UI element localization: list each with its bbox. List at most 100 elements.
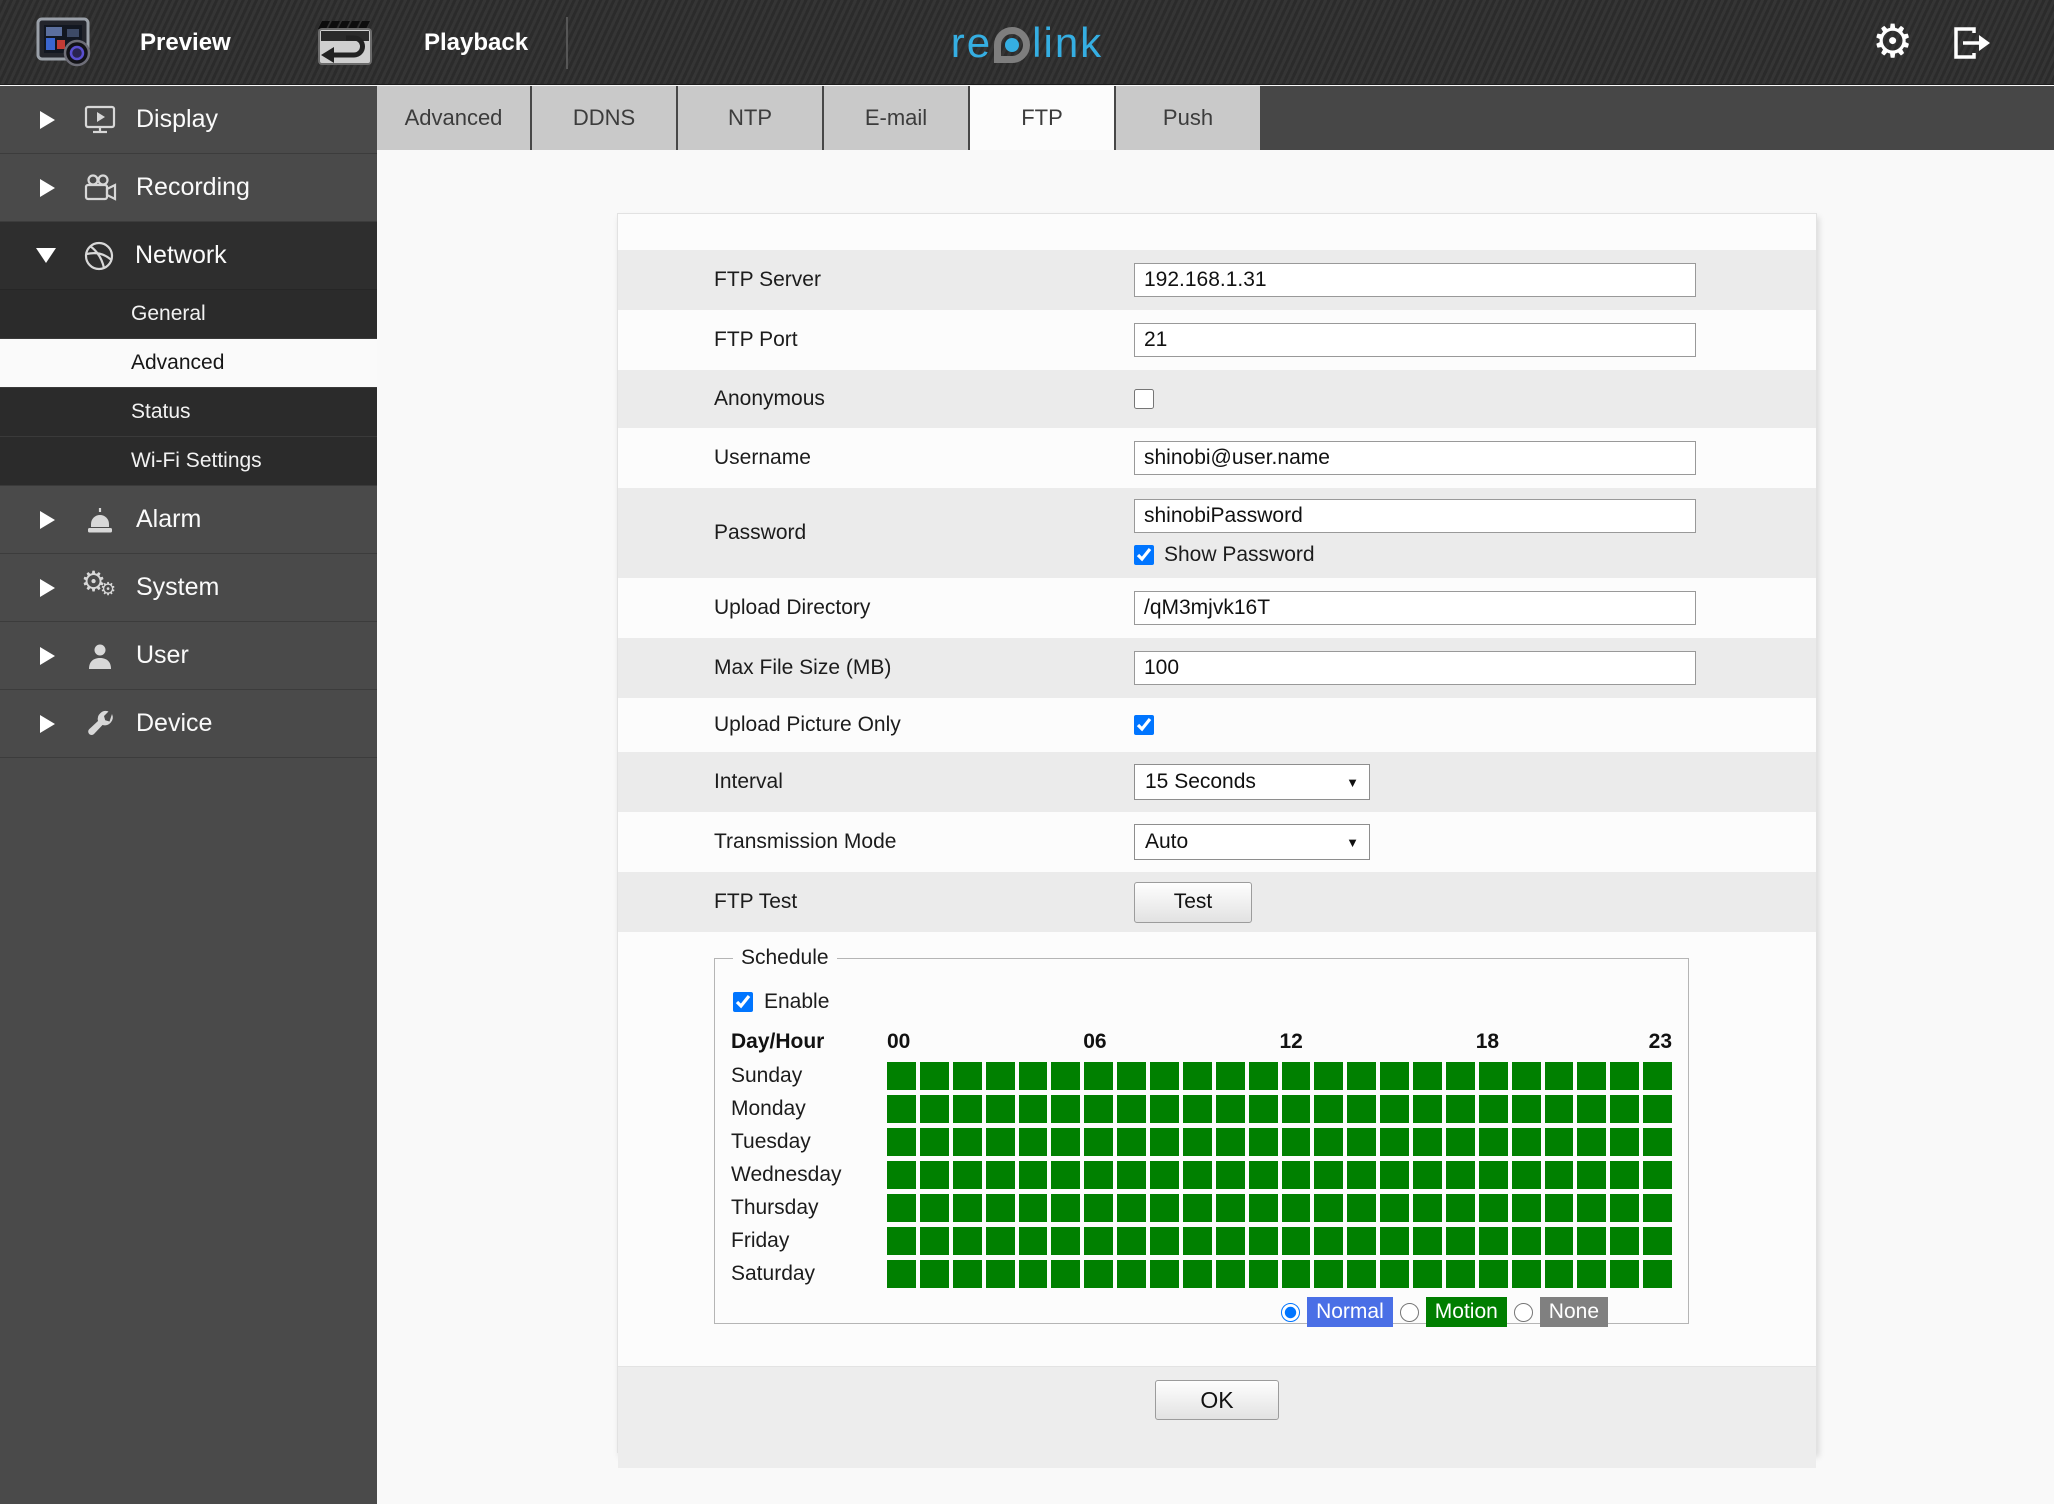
max-file-size-input[interactable] xyxy=(1134,651,1696,685)
schedule-cell[interactable] xyxy=(1281,1062,1311,1090)
schedule-cell[interactable] xyxy=(1478,1260,1508,1288)
tab-push[interactable]: Push xyxy=(1116,86,1260,150)
upload-picture-only-checkbox[interactable] xyxy=(1134,715,1154,735)
schedule-cell[interactable] xyxy=(1511,1128,1541,1156)
ftp-port-input[interactable] xyxy=(1134,323,1696,357)
schedule-cell[interactable] xyxy=(1347,1161,1377,1189)
show-password-checkbox[interactable] xyxy=(1134,545,1154,565)
state-radio-normal[interactable] xyxy=(1281,1302,1301,1322)
schedule-cell[interactable] xyxy=(1215,1161,1245,1189)
schedule-cell[interactable] xyxy=(1248,1062,1278,1090)
schedule-cell[interactable] xyxy=(985,1194,1015,1222)
schedule-cell[interactable] xyxy=(919,1227,949,1255)
schedule-cell[interactable] xyxy=(1610,1260,1640,1288)
state-label-none[interactable]: None xyxy=(1539,1297,1608,1327)
logout-icon[interactable] xyxy=(1952,26,1992,65)
schedule-cell[interactable] xyxy=(1478,1128,1508,1156)
schedule-cell[interactable] xyxy=(1248,1095,1278,1123)
schedule-cell[interactable] xyxy=(919,1161,949,1189)
interval-select[interactable]: 15 Seconds ▼ xyxy=(1134,764,1370,800)
schedule-cell[interactable] xyxy=(887,1227,916,1255)
settings-gear-icon[interactable]: ⚙ xyxy=(1872,0,1913,85)
playback-clapper-icon[interactable] xyxy=(316,19,374,72)
ftp-test-button[interactable]: Test xyxy=(1134,881,1252,923)
schedule-cell[interactable] xyxy=(1478,1095,1508,1123)
sidebar-item-system[interactable]: ⚙ ⚙ System xyxy=(0,554,377,622)
schedule-cell[interactable] xyxy=(1544,1227,1574,1255)
schedule-cell[interactable] xyxy=(1084,1095,1114,1123)
schedule-cell[interactable] xyxy=(1413,1194,1442,1222)
schedule-cell[interactable] xyxy=(1577,1062,1607,1090)
schedule-cell[interactable] xyxy=(1610,1128,1640,1156)
schedule-cell[interactable] xyxy=(1643,1227,1672,1255)
schedule-cell[interactable] xyxy=(1018,1260,1048,1288)
schedule-cell[interactable] xyxy=(1182,1161,1212,1189)
schedule-cell[interactable] xyxy=(1314,1194,1344,1222)
password-input[interactable] xyxy=(1134,499,1696,533)
state-radio-none[interactable] xyxy=(1513,1302,1533,1322)
schedule-cell[interactable] xyxy=(1150,1161,1179,1189)
schedule-cell[interactable] xyxy=(1018,1194,1048,1222)
schedule-cell[interactable] xyxy=(1314,1062,1344,1090)
schedule-cell[interactable] xyxy=(1380,1161,1409,1189)
schedule-cell[interactable] xyxy=(1117,1095,1146,1123)
schedule-cell[interactable] xyxy=(985,1095,1015,1123)
schedule-cell[interactable] xyxy=(1182,1194,1212,1222)
schedule-cell[interactable] xyxy=(1150,1128,1179,1156)
schedule-cell[interactable] xyxy=(1478,1227,1508,1255)
schedule-cell[interactable] xyxy=(1380,1095,1409,1123)
schedule-cell[interactable] xyxy=(1347,1194,1377,1222)
schedule-cell[interactable] xyxy=(1610,1194,1640,1222)
tab-ddns[interactable]: DDNS xyxy=(532,86,676,150)
schedule-cell[interactable] xyxy=(1117,1260,1146,1288)
schedule-cell[interactable] xyxy=(1577,1095,1607,1123)
schedule-cell[interactable] xyxy=(1347,1095,1377,1123)
schedule-cell[interactable] xyxy=(1610,1095,1640,1123)
schedule-cell[interactable] xyxy=(1445,1095,1475,1123)
tab-ftp[interactable]: FTP xyxy=(970,86,1114,150)
schedule-cell[interactable] xyxy=(985,1260,1015,1288)
schedule-cell[interactable] xyxy=(1610,1227,1640,1255)
preview-app-icon[interactable] xyxy=(36,17,94,72)
schedule-cell[interactable] xyxy=(952,1062,982,1090)
schedule-cell[interactable] xyxy=(985,1161,1015,1189)
schedule-cell[interactable] xyxy=(1577,1128,1607,1156)
schedule-cell[interactable] xyxy=(1544,1260,1574,1288)
schedule-cell[interactable] xyxy=(1347,1062,1377,1090)
schedule-cell[interactable] xyxy=(1051,1128,1081,1156)
schedule-cell[interactable] xyxy=(952,1161,982,1189)
schedule-cell[interactable] xyxy=(1314,1095,1344,1123)
schedule-cell[interactable] xyxy=(887,1161,916,1189)
schedule-cell[interactable] xyxy=(1577,1260,1607,1288)
schedule-cell[interactable] xyxy=(952,1227,982,1255)
schedule-cell[interactable] xyxy=(1380,1227,1409,1255)
schedule-cell[interactable] xyxy=(1117,1062,1146,1090)
schedule-cell[interactable] xyxy=(1051,1227,1081,1255)
schedule-cell[interactable] xyxy=(1150,1227,1179,1255)
schedule-cell[interactable] xyxy=(1544,1128,1574,1156)
schedule-cell[interactable] xyxy=(1314,1161,1344,1189)
schedule-cell[interactable] xyxy=(1413,1260,1442,1288)
schedule-cell[interactable] xyxy=(1577,1227,1607,1255)
sidebar-item-alarm[interactable]: Alarm xyxy=(0,486,377,554)
schedule-cell[interactable] xyxy=(1314,1260,1344,1288)
schedule-cell[interactable] xyxy=(1281,1095,1311,1123)
schedule-cell[interactable] xyxy=(1511,1194,1541,1222)
schedule-cell[interactable] xyxy=(1018,1062,1048,1090)
sidebar-item-network[interactable]: Network xyxy=(0,222,377,290)
schedule-cell[interactable] xyxy=(1643,1095,1672,1123)
schedule-cell[interactable] xyxy=(1511,1227,1541,1255)
schedule-cell[interactable] xyxy=(952,1128,982,1156)
schedule-cell[interactable] xyxy=(1544,1062,1574,1090)
schedule-cell[interactable] xyxy=(1314,1227,1344,1255)
schedule-cell[interactable] xyxy=(1413,1128,1442,1156)
schedule-cell[interactable] xyxy=(1511,1062,1541,1090)
schedule-cell[interactable] xyxy=(1281,1161,1311,1189)
schedule-cell[interactable] xyxy=(1511,1095,1541,1123)
schedule-cell[interactable] xyxy=(919,1260,949,1288)
schedule-cell[interactable] xyxy=(1215,1260,1245,1288)
sidebar-subitem-status[interactable]: Status xyxy=(0,388,377,437)
schedule-cell[interactable] xyxy=(1051,1095,1081,1123)
schedule-cell[interactable] xyxy=(1643,1062,1672,1090)
schedule-cell[interactable] xyxy=(1248,1161,1278,1189)
